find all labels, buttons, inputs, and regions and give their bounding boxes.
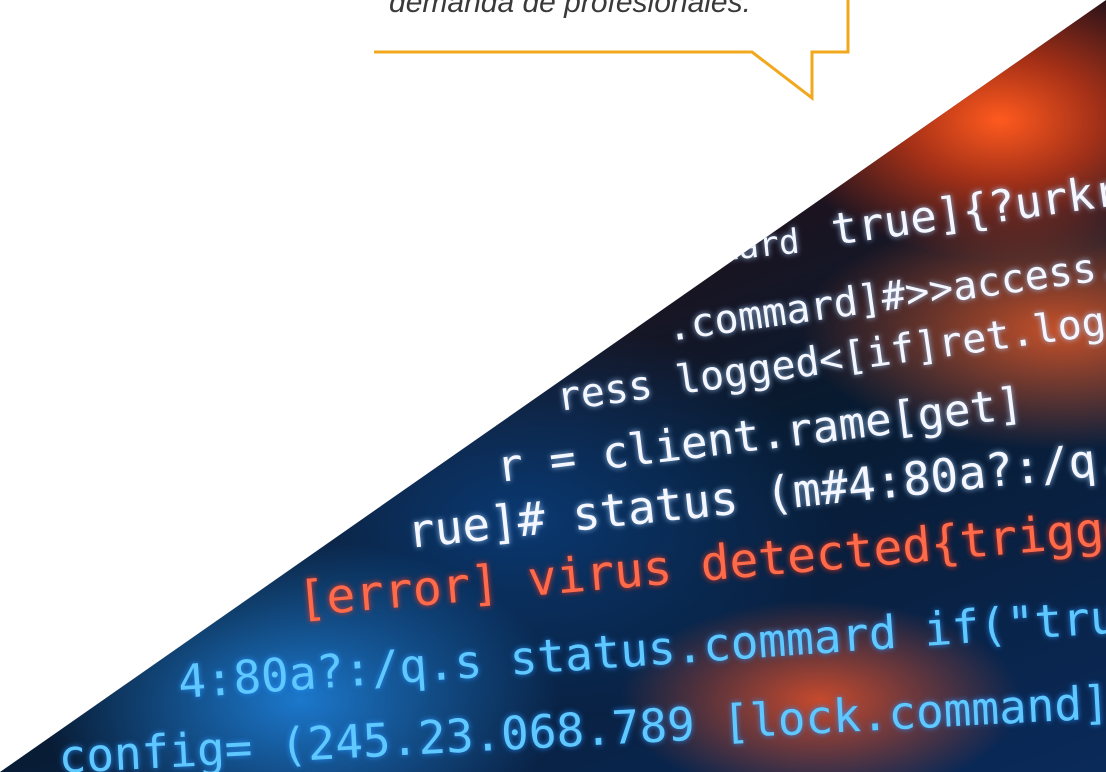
page: mard true]{?urkro .commard]#>>access.sta… xyxy=(0,0,1106,772)
code-line: mard xyxy=(715,221,802,270)
code-photo-text: mard true]{?urkro .commard]#>>access.sta… xyxy=(0,0,1106,772)
callout-text: demanda de profesionales. xyxy=(389,0,751,19)
code-line: true]{?urkro xyxy=(827,161,1106,256)
